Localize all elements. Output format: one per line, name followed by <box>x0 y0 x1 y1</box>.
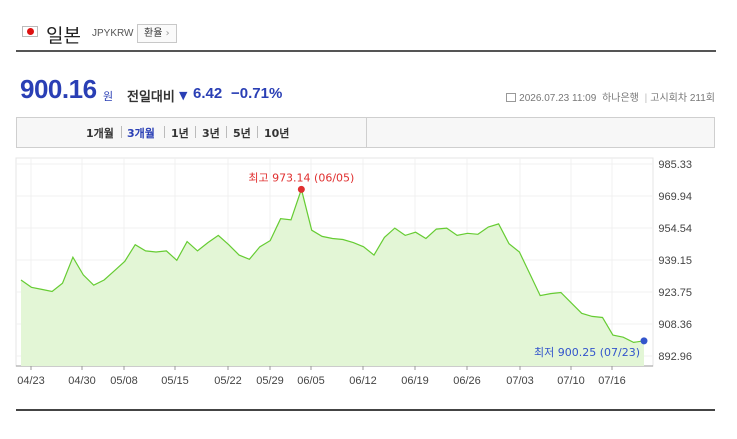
y-tick-label: 892.96 <box>658 351 692 363</box>
tab-1year[interactable]: 1년 <box>171 125 189 141</box>
country-name: 일본 <box>46 25 81 47</box>
x-tick-label: 05/08 <box>110 375 138 387</box>
x-tick-label: 06/12 <box>349 375 377 387</box>
tab-divider <box>195 126 196 138</box>
tab-divider <box>164 126 165 138</box>
price-meta: 2026.07.23 11:09 하나은행 | 고시회차 211회 <box>506 89 715 104</box>
chevron-right-icon: › <box>165 28 170 39</box>
x-tick-label: 04/30 <box>68 375 96 387</box>
price-change-percent: −0.71% <box>231 85 283 102</box>
x-tick-label: 07/03 <box>506 375 534 387</box>
meta-notice: 고시회차 211회 <box>650 93 715 104</box>
currency-header: 일본 JPYKRW 환율 › <box>16 18 716 52</box>
tab-3month[interactable]: 3개월 <box>127 125 155 141</box>
max-label: 최고 973.14 (06/05) <box>248 171 354 184</box>
tab-1month[interactable]: 1개월 <box>86 125 114 141</box>
y-tick-label: 985.33 <box>658 159 692 171</box>
meta-divider: | <box>644 93 648 104</box>
x-tick-label: 05/29 <box>256 375 284 387</box>
meta-bank: 하나은행 <box>602 93 639 104</box>
x-tick-label: 07/16 <box>598 375 626 387</box>
exchange-rate-button[interactable]: 환율 › <box>137 24 177 43</box>
min-point <box>640 337 648 345</box>
y-tick-label: 908.36 <box>658 319 692 331</box>
y-tick-label: 923.75 <box>658 287 692 299</box>
series-area <box>21 189 644 366</box>
currency-code: JPYKRW <box>92 28 134 39</box>
compare-label: 전일대비 <box>127 90 175 105</box>
min-label: 최저 900.25 (07/23) <box>534 346 640 359</box>
tab-divider <box>226 126 227 138</box>
tab-10year[interactable]: 10년 <box>264 125 289 141</box>
exchange-rate-button-label: 환율 <box>144 28 163 39</box>
x-tick-label: 07/10 <box>557 375 585 387</box>
japan-flag-icon <box>22 26 38 37</box>
y-tick-label: 939.15 <box>658 255 692 267</box>
tab-divider <box>121 126 122 138</box>
period-tabs: 1개월 3개월 1년 3년 5년 10년 <box>16 117 715 148</box>
current-price: 900.16 <box>20 74 97 104</box>
bottom-divider <box>16 409 715 411</box>
period-tab-group: 1개월 3개월 1년 3년 5년 10년 <box>17 118 367 147</box>
price-change: 6.42 <box>193 85 223 102</box>
x-tick-label: 05/22 <box>214 375 242 387</box>
y-tick-label: 969.94 <box>658 191 692 203</box>
y-tick-label: 954.54 <box>658 223 692 235</box>
x-tick-label: 04/23 <box>17 375 45 387</box>
down-arrow-icon: ▼ <box>179 89 188 102</box>
x-tick-label: 05/15 <box>161 375 189 387</box>
x-tick-label: 06/26 <box>453 375 481 387</box>
calendar-icon <box>506 93 517 102</box>
price-unit: 원 <box>103 90 114 103</box>
x-tick-label: 06/19 <box>401 375 429 387</box>
meta-datetime: 2026.07.23 11:09 <box>519 93 597 104</box>
tab-5year[interactable]: 5년 <box>233 125 251 141</box>
exchange-rate-chart: 985.33 969.94 954.54 939.15 923.75 908.36 892.… <box>15 157 692 387</box>
tab-3year[interactable]: 3년 <box>202 125 220 141</box>
x-tick-label: 06/05 <box>297 375 325 387</box>
max-point <box>297 185 305 193</box>
tab-divider <box>257 126 258 138</box>
